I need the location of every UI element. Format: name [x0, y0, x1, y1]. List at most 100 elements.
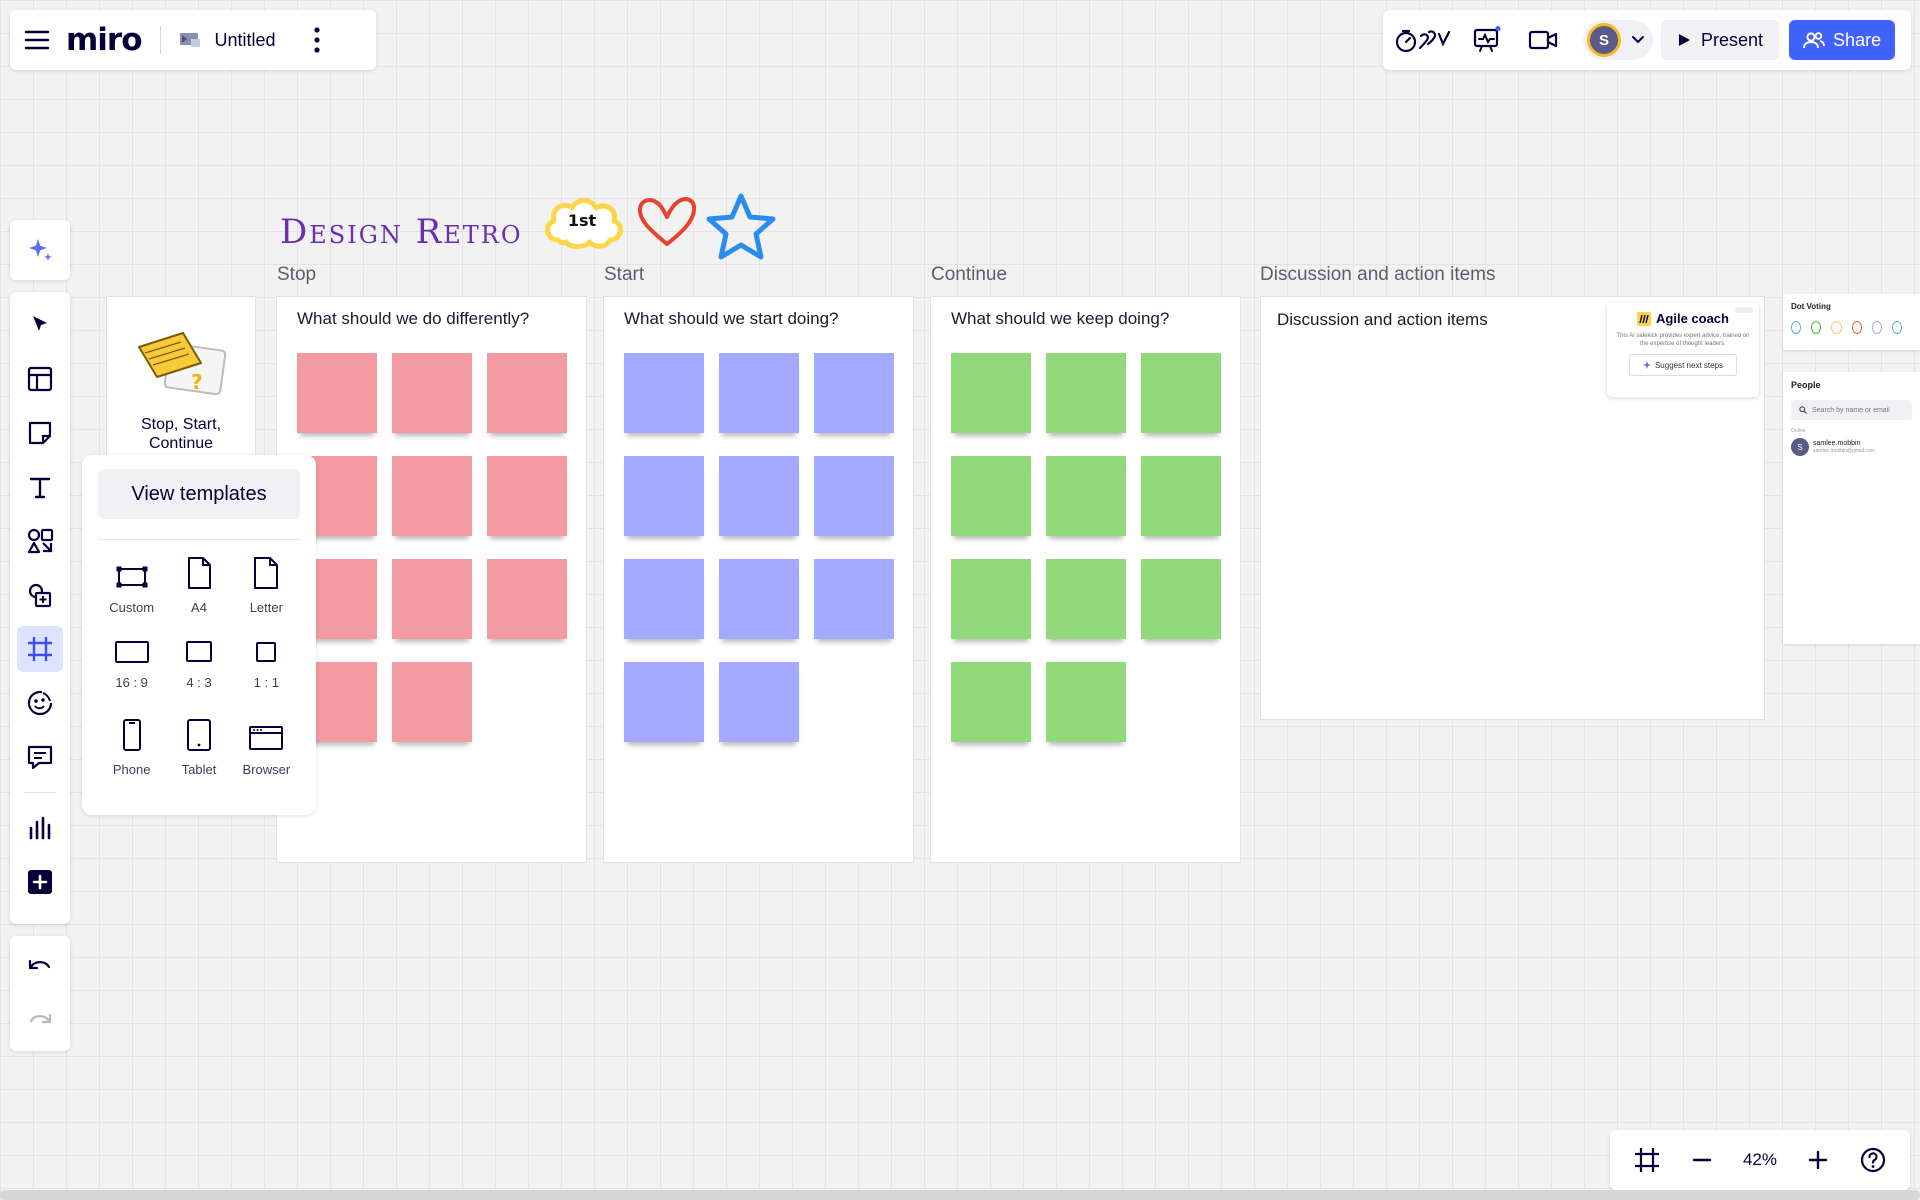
collaboration-toolbar: S Present Share [1383, 10, 1911, 70]
fit-to-screen-icon[interactable] [1633, 1146, 1661, 1174]
add-more-icon[interactable] [17, 859, 63, 905]
view-templates-button[interactable]: View templates [98, 469, 300, 519]
beta-badge [1735, 307, 1753, 313]
column-start[interactable]: What should we start doing? [603, 296, 914, 863]
suggest-next-steps-button[interactable]: Suggest next steps [1629, 354, 1737, 376]
sticky-note[interactable] [297, 353, 377, 433]
sticky-note[interactable] [392, 559, 472, 639]
miro-logo[interactable]: miro [66, 22, 143, 58]
sticky-note[interactable] [1046, 353, 1126, 433]
sticky-note[interactable] [392, 353, 472, 433]
sticky-note-icon[interactable] [17, 410, 63, 456]
sticky-note[interactable] [1141, 456, 1221, 536]
sticky-note[interactable] [719, 456, 799, 536]
people-list-item[interactable]: S samlee.mobbin samlee.mobbin@gmail.com [1791, 438, 1912, 456]
frame-preset-4-3[interactable]: 4 : 3 [165, 633, 232, 690]
sticky-note[interactable] [814, 353, 894, 433]
1st-cloud-sticker[interactable]: 1st [540, 190, 624, 252]
board-icon[interactable] [179, 31, 201, 49]
column-stop[interactable]: What should we do differently? [276, 296, 587, 863]
sticky-note[interactable] [624, 662, 704, 742]
sticky-note[interactable] [951, 662, 1031, 742]
share-button[interactable]: Share [1789, 20, 1896, 60]
agile-coach-card[interactable]: Agile coach This AI sidekick provides ex… [1607, 303, 1759, 397]
frame-preset-phone[interactable]: Phone [98, 719, 165, 777]
sticky-note[interactable] [624, 456, 704, 536]
sticky-note[interactable] [814, 559, 894, 639]
frame-preset-tablet[interactable]: Tablet [165, 719, 232, 777]
star-sticker[interactable] [706, 192, 776, 262]
people-widget[interactable]: People Search by name or email Online S … [1783, 372, 1920, 644]
voting-dot[interactable] [1811, 321, 1822, 334]
sticky-note[interactable] [1046, 456, 1126, 536]
talktrack-icon[interactable] [1463, 18, 1511, 62]
board-header: miro Untitled [10, 10, 376, 70]
present-button[interactable]: Present [1661, 20, 1780, 60]
frame-preset-custom[interactable]: Custom [98, 558, 165, 615]
board-heading[interactable]: Design Retro [280, 212, 523, 252]
sticky-note[interactable] [487, 456, 567, 536]
select-cursor-icon[interactable] [17, 302, 63, 348]
undo-icon[interactable] [17, 944, 63, 990]
emoji-stickers-icon[interactable] [17, 680, 63, 726]
collaborators-menu[interactable]: S [1583, 20, 1653, 60]
sticky-note[interactable] [487, 353, 567, 433]
voting-dot[interactable] [1851, 321, 1862, 334]
video-camera-icon[interactable] [1519, 18, 1567, 62]
heart-sticker[interactable] [636, 196, 698, 248]
sticky-note[interactable] [814, 456, 894, 536]
template-card-label: Stop, Start, Continue [140, 416, 222, 452]
sticky-note[interactable] [1141, 353, 1221, 433]
horizontal-scrollbar[interactable] [0, 1190, 1920, 1200]
sticky-note[interactable] [1141, 559, 1221, 639]
frame-tool-icon[interactable] [17, 626, 63, 672]
voting-dot[interactable] [1871, 321, 1882, 334]
avatar[interactable]: S [1587, 23, 1621, 57]
shapes-icon[interactable] [17, 518, 63, 564]
sticky-note[interactable] [951, 353, 1031, 433]
bar-chart-icon[interactable] [17, 805, 63, 851]
sticky-note[interactable] [719, 353, 799, 433]
text-tool-icon[interactable] [17, 464, 63, 510]
sticky-note[interactable] [624, 353, 704, 433]
frame-preset-browser[interactable]: Browser [233, 720, 300, 777]
redo-icon[interactable] [17, 998, 63, 1044]
sticky-note[interactable] [1046, 559, 1126, 639]
zoom-level[interactable]: 42% [1743, 1150, 1777, 1170]
sticky-note[interactable] [624, 559, 704, 639]
board-title[interactable]: Untitled [215, 30, 276, 51]
frame-preset-label: Tablet [181, 762, 217, 777]
dot-voting-widget[interactable]: Dot Voting [1783, 294, 1920, 350]
voting-dot[interactable] [1791, 321, 1802, 334]
template-card[interactable]: ? Stop, Start, Continue [106, 296, 256, 456]
column-continue[interactable]: What should we keep doing? [930, 296, 1241, 863]
chevron-down-icon[interactable] [1631, 35, 1645, 45]
column-question: What should we start doing? [624, 309, 839, 328]
voting-dot[interactable] [1891, 321, 1903, 334]
frame-preset-letter[interactable]: Letter [233, 557, 300, 615]
zoom-in-icon[interactable] [1807, 1149, 1829, 1171]
sticky-note[interactable] [951, 559, 1031, 639]
sticky-note[interactable] [719, 662, 799, 742]
column-question: What should we keep doing? [951, 309, 1170, 328]
frame-preset-16-9[interactable]: 16 : 9 [98, 633, 165, 690]
ai-sparkle-icon[interactable] [17, 227, 63, 273]
people-search-input[interactable]: Search by name or email [1791, 400, 1912, 420]
voting-dot[interactable] [1831, 321, 1842, 334]
zoom-out-icon[interactable] [1691, 1149, 1713, 1171]
help-icon[interactable] [1859, 1146, 1887, 1174]
sticky-note[interactable] [392, 662, 472, 742]
sticky-note[interactable] [392, 456, 472, 536]
timer-reactions-icon[interactable] [1393, 18, 1455, 62]
sticky-note[interactable] [719, 559, 799, 639]
frame-preset-1-1[interactable]: 1 : 1 [233, 633, 300, 690]
hamburger-menu-icon[interactable] [24, 29, 50, 51]
sticky-note[interactable] [951, 456, 1031, 536]
comment-icon[interactable] [17, 734, 63, 780]
diagram-shapes-icon[interactable] [17, 572, 63, 618]
sticky-note[interactable] [487, 559, 567, 639]
templates-icon[interactable] [17, 356, 63, 402]
more-options-icon[interactable] [313, 27, 320, 53]
sticky-note[interactable] [1046, 662, 1126, 742]
frame-preset-a4[interactable]: A4 [165, 557, 232, 615]
